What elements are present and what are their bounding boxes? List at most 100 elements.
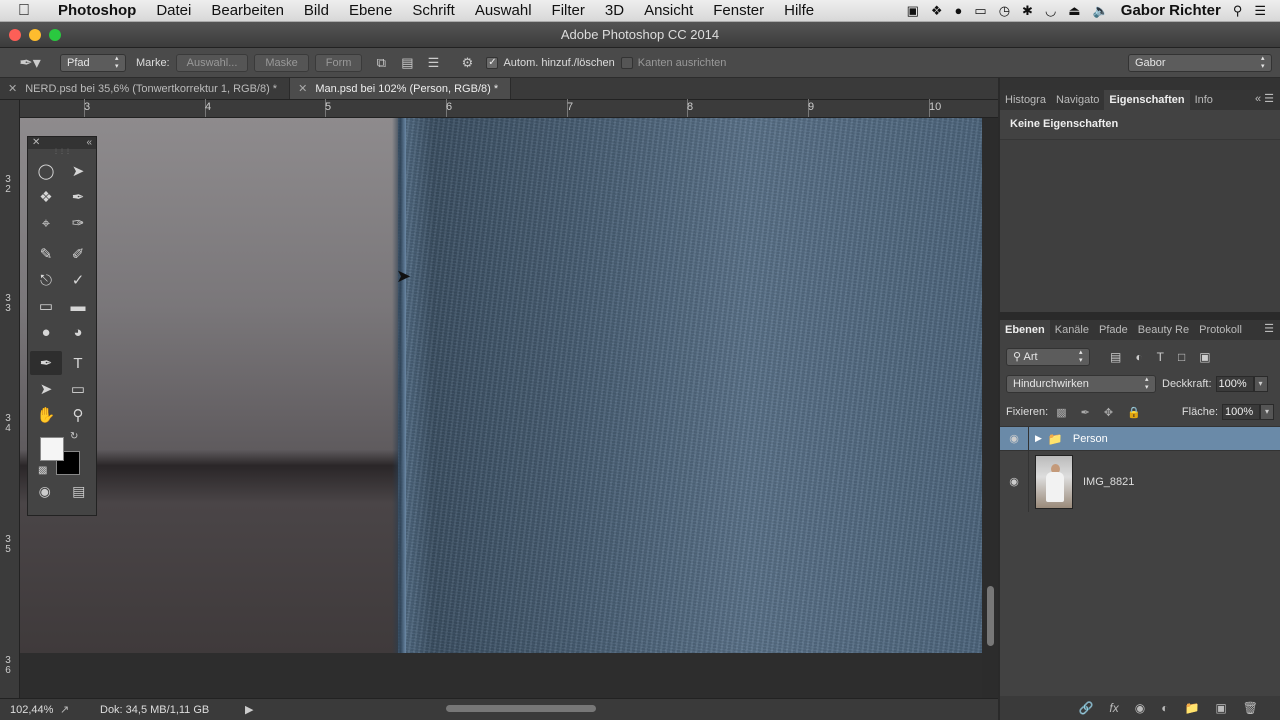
eraser-tool-icon[interactable]: ▭ <box>30 294 62 318</box>
layer-filter-select[interactable]: ⚲ Art <box>1006 348 1090 366</box>
vertical-scrollbar[interactable] <box>982 118 998 698</box>
visibility-eye-icon[interactable]: ◉ <box>1000 475 1028 488</box>
pen-tool-preset-icon[interactable]: ✒▾ <box>0 53 60 73</box>
user-menu[interactable]: Gabor Richter <box>1121 2 1221 19</box>
make-shape-button[interactable]: Form <box>314 53 363 72</box>
move-tool-icon[interactable]: ➤ <box>62 159 94 183</box>
filter-smart-object-icon[interactable]: ▣ <box>1199 350 1210 364</box>
rectangle-tool-icon[interactable]: ▭ <box>62 377 94 401</box>
window-minimize-button[interactable] <box>29 29 41 41</box>
workspace-select[interactable]: Gabor <box>1128 54 1272 72</box>
hand-tool-icon[interactable]: ✋ <box>30 403 62 427</box>
tab-properties[interactable]: Eigenschaften <box>1104 90 1190 110</box>
filter-shape-icon[interactable]: □ <box>1178 350 1185 364</box>
time-machine-icon[interactable]: ◷ <box>999 3 1010 19</box>
menu-datei[interactable]: Datei <box>146 2 201 19</box>
app-status-icon[interactable]: ● <box>955 3 963 18</box>
foreground-color-swatch[interactable] <box>40 437 64 461</box>
menu-schrift[interactable]: Schrift <box>402 2 465 19</box>
volume-icon[interactable]: 🔈 <box>1093 3 1109 19</box>
close-tab-icon[interactable]: ✕ <box>298 82 307 95</box>
close-panel-icon[interactable]: ✕ <box>32 137 40 149</box>
horizontal-scroll-thumb[interactable] <box>446 705 596 712</box>
apple-menu-icon[interactable]:  <box>0 2 48 20</box>
visibility-eye-icon[interactable]: ◉ <box>1000 432 1028 445</box>
path-operations-icon[interactable]: ⧉ <box>368 55 394 71</box>
close-tab-icon[interactable]: ✕ <box>8 82 17 95</box>
screen-record-icon[interactable]: ▣ <box>907 3 919 19</box>
airplay-icon[interactable]: ▭ <box>974 3 986 19</box>
history-brush-tool-icon[interactable]: ✓ <box>62 268 94 292</box>
default-colors-icon[interactable]: ▩ <box>38 465 47 476</box>
filter-adjustment-icon[interactable]: ◐ <box>1135 350 1142 364</box>
menu-ebene[interactable]: Ebene <box>339 2 402 19</box>
menu-filter[interactable]: Filter <box>542 2 595 19</box>
screen-mode-icon[interactable]: ▤ <box>72 483 85 500</box>
swap-colors-icon[interactable]: ↻ <box>70 431 78 442</box>
share-icon[interactable]: ↗ <box>60 703 100 716</box>
auto-add-delete-checkbox[interactable]: ✓ <box>486 56 499 69</box>
settings-gear-icon[interactable]: ⚙ <box>454 55 480 71</box>
menu-app-photoshop[interactable]: Photoshop <box>48 2 146 19</box>
blend-mode-select[interactable]: Hindurchwirken <box>1006 375 1156 393</box>
layer-person-group[interactable]: ◉ ▶ 📁 Person <box>1000 426 1280 450</box>
clone-stamp-tool-icon[interactable]: ⎋ <box>30 268 62 292</box>
healing-brush-tool-icon[interactable]: ✎ <box>30 242 62 266</box>
window-zoom-button[interactable] <box>49 29 61 41</box>
layer-img-8821[interactable]: ◉ IMG_8821 <box>1000 450 1280 512</box>
elliptical-marquee-tool-icon[interactable]: ◯ <box>30 159 62 183</box>
menu-auswahl[interactable]: Auswahl <box>465 2 542 19</box>
lock-pixels-icon[interactable]: ✒ <box>1081 406 1090 419</box>
opacity-dropdown-icon[interactable]: ▾ <box>1253 376 1268 392</box>
fill-dropdown-icon[interactable]: ▾ <box>1260 404 1274 420</box>
collapse-panel-icon[interactable]: « <box>86 137 92 149</box>
tab-info[interactable]: Info <box>1190 94 1218 106</box>
wifi-icon[interactable]: ◡ <box>1045 3 1056 19</box>
make-mask-button[interactable]: Maske <box>254 53 309 72</box>
vertical-ruler[interactable]: 3 2 3 3 3 4 3 5 3 6 <box>0 100 20 698</box>
tab-layers[interactable]: Ebenen <box>1000 320 1050 340</box>
notification-center-icon[interactable]: ☰ <box>1254 3 1266 19</box>
dropbox-icon[interactable]: ❖ <box>931 3 943 19</box>
tab-paths[interactable]: Pfade <box>1094 324 1133 336</box>
add-mask-icon[interactable]: ◉ <box>1135 701 1145 715</box>
document-canvas[interactable]: ➤ <box>20 118 982 653</box>
tab-history[interactable]: Protokoll <box>1194 324 1247 336</box>
layer-style-fx-icon[interactable]: fx <box>1109 701 1118 715</box>
new-group-icon[interactable]: 📁 <box>1184 701 1199 715</box>
menu-ansicht[interactable]: Ansicht <box>634 2 703 19</box>
crop-tool-icon[interactable]: ⌖ <box>30 211 62 235</box>
spotlight-search-icon[interactable]: ⚲ <box>1233 3 1243 19</box>
fill-field[interactable]: 100% <box>1222 404 1260 420</box>
align-edges-checkbox[interactable] <box>620 56 633 69</box>
filter-pixel-icon[interactable]: ▤ <box>1110 350 1121 364</box>
lock-position-icon[interactable]: ✥ <box>1104 406 1113 419</box>
polygonal-lasso-tool-icon[interactable]: ❖ <box>30 185 62 209</box>
tab-channels[interactable]: Kanäle <box>1050 324 1094 336</box>
expand-group-icon[interactable]: ▶ <box>1035 433 1042 444</box>
layers-panel-menu-icon[interactable]: ☰ <box>1264 322 1274 335</box>
make-selection-button[interactable]: Auswahl... <box>175 53 249 72</box>
quick-selection-tool-icon[interactable]: ✒ <box>62 185 94 209</box>
zoom-tool-icon[interactable]: ⚲ <box>62 403 94 427</box>
eyedropper-tool-icon[interactable]: ✑ <box>62 211 94 235</box>
gradient-tool-icon[interactable]: ▬ <box>62 294 94 318</box>
adjustment-layer-icon[interactable]: ◐ <box>1161 701 1168 715</box>
new-layer-icon[interactable]: ▣ <box>1215 701 1226 715</box>
tab-navigator[interactable]: Navigato <box>1051 94 1104 106</box>
type-tool-icon[interactable]: T <box>62 351 94 375</box>
opacity-field[interactable]: 100% <box>1215 376 1254 392</box>
window-close-button[interactable] <box>9 29 21 41</box>
blur-tool-icon[interactable]: ● <box>30 320 62 344</box>
menu-fenster[interactable]: Fenster <box>703 2 774 19</box>
dodge-tool-icon[interactable]: ◕ <box>62 320 94 344</box>
path-selection-tool-icon[interactable]: ➤ <box>30 377 62 401</box>
lock-transparency-icon[interactable]: ▩ <box>1056 406 1066 419</box>
tab-histogram[interactable]: Histogra <box>1000 94 1051 106</box>
quick-mask-icon[interactable]: ◉ <box>39 483 51 500</box>
path-alignment-icon[interactable]: ▤ <box>394 55 420 71</box>
menu-bild[interactable]: Bild <box>294 2 339 19</box>
zoom-level-field[interactable]: 102,44% <box>0 704 60 716</box>
link-layers-icon[interactable]: 🔗 <box>1078 701 1093 715</box>
bluetooth-icon[interactable]: ✱ <box>1022 3 1033 19</box>
